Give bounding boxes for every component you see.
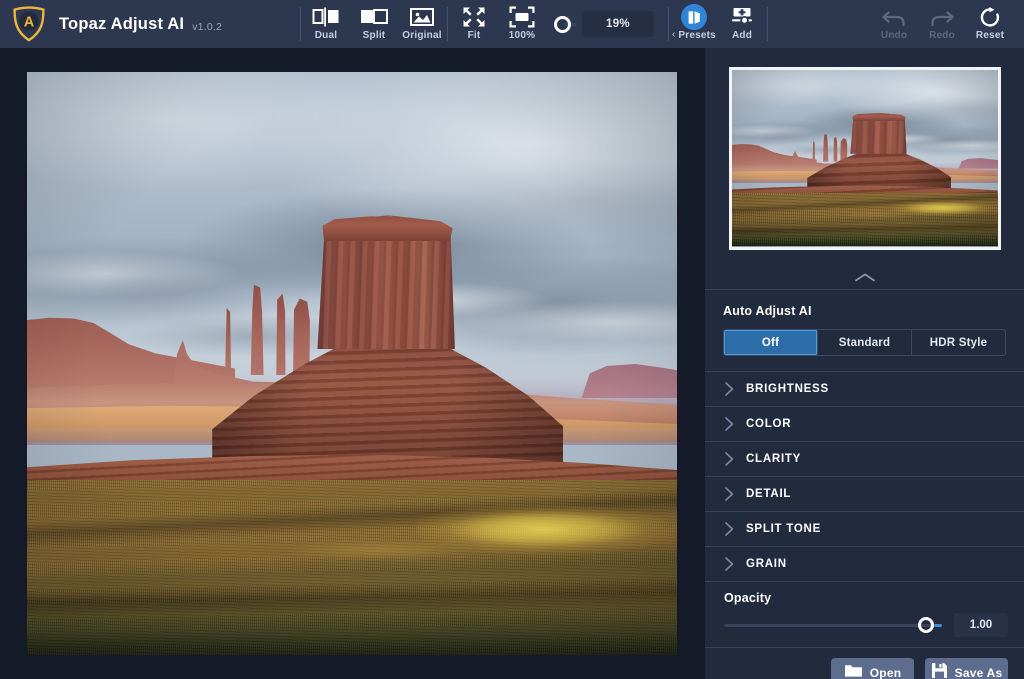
topaz-shield-a-logo-icon: A [12,6,46,42]
dual-view-icon [311,5,341,29]
folder-open-icon [844,663,863,679]
original-image-icon [409,5,435,29]
opacity-label: Opacity [724,591,772,605]
presets-button[interactable]: ‹ Presets [670,0,718,41]
original-image-label: Original [402,30,442,41]
reset-button[interactable]: Reset [966,0,1014,41]
app-brand: A Topaz Adjust AI v1.0.2 [0,0,300,48]
opacity-row: 1.00 [724,613,1008,637]
preview-thumbnail-zone [705,48,1024,268]
opacity-slider[interactable] [724,616,942,634]
presets-group: ‹ Presets Add [668,0,768,48]
chevron-right-icon [724,381,746,397]
auto-adjust-ai-block: Auto Adjust AI Off Standard HDR Style [705,290,1024,372]
zoom-slider[interactable] [554,12,576,36]
save-as-button[interactable]: Save As [925,658,1008,679]
section-label-brightness: BRIGHTNESS [746,383,829,395]
dual-view-label: Dual [314,30,338,41]
zoom-mode-group: Fit 100% [448,0,548,48]
section-label-color: COLOR [746,418,792,430]
split-view-button[interactable]: Split [350,0,398,41]
add-adjustment-label: Add [731,30,753,41]
save-as-button-label: Save As [954,666,1003,679]
sidebar-item-brightness[interactable]: BRIGHTNESS [705,372,1024,407]
monument-valley-preview-thumbnail[interactable] [728,66,1001,250]
chevron-right-icon [724,451,746,467]
presets-chevron-left-icon: ‹ [672,29,676,40]
undo-label: Undo [880,30,908,41]
undo-button[interactable]: Undo [870,0,918,41]
adjustments-panel: Auto Adjust AI Off Standard HDR Style BR… [705,48,1024,679]
auto-adjust-option-standard[interactable]: Standard [818,330,912,355]
image-canvas[interactable] [0,48,705,679]
open-button[interactable]: Open [831,658,914,679]
original-image-button[interactable]: Original [398,0,446,41]
add-adjustment-icon [730,5,754,29]
zoom-value[interactable]: 19% [582,11,654,37]
fit-to-screen-label: Fit [467,30,481,41]
redo-button[interactable]: Redo [918,0,966,41]
section-label-detail: DETAIL [746,488,792,500]
sidebar-item-clarity[interactable]: CLARITY [705,442,1024,477]
opacity-slider-track [724,623,936,627]
section-label-clarity: CLARITY [746,453,802,465]
photo-vignette [27,72,677,655]
svg-text:A: A [24,14,35,30]
panel-action-buttons: Open Save As [705,648,1024,679]
sidebar-item-grain[interactable]: GRAIN [705,547,1024,582]
redo-icon [929,5,955,29]
dual-view-button[interactable]: Dual [302,0,350,41]
section-label-grain: GRAIN [746,558,787,570]
adjustment-sections-list: BRIGHTNESS COLOR CLARITY DETAIL SPLIT TO… [705,372,1024,582]
monument-valley-butte-photo[interactable] [27,72,677,655]
auto-adjust-ai-title: Auto Adjust AI [723,304,812,318]
auto-adjust-option-hdr-style[interactable]: HDR Style [912,330,1005,355]
opacity-value[interactable]: 1.00 [954,613,1008,637]
sidebar-item-detail[interactable]: DETAIL [705,477,1024,512]
top-toolbar: A Topaz Adjust AI v1.0.2 Dual Split Orig… [0,0,1024,48]
opacity-slider-fill [934,623,942,627]
split-view-icon [359,5,389,29]
undo-icon [881,5,907,29]
section-label-split-tone: SPLIT TONE [746,523,822,535]
presets-icon [681,4,707,30]
chevron-up-icon [854,270,876,288]
add-adjustment-button[interactable]: Add [718,0,766,41]
zoom-slider-handle[interactable] [554,15,571,33]
fit-to-screen-button[interactable]: Fit [450,0,498,41]
zoom-100-percent-icon [509,5,535,29]
fit-to-screen-icon [462,5,486,29]
chevron-right-icon [724,521,746,537]
zoom-100-percent-label: 100% [508,30,536,41]
reset-label: Reset [975,30,1005,41]
history-group: Undo Redo Reset [868,0,1024,48]
zoom-slider-group: 19% [548,0,668,48]
view-mode-group: Dual Split Original [300,0,448,48]
open-button-label: Open [869,666,902,679]
presets-label: Presets [678,30,716,41]
opacity-slider-handle[interactable] [918,617,934,633]
opacity-block: Opacity 1.00 [705,582,1024,648]
sidebar-item-color[interactable]: COLOR [705,407,1024,442]
chevron-right-icon [724,416,746,432]
chevron-right-icon [724,486,746,502]
app-title: Topaz Adjust AI [59,14,185,33]
auto-adjust-ai-segmented-control: Off Standard HDR Style [723,329,1006,356]
panel-collapse-toggle[interactable] [705,268,1024,290]
sidebar-item-split-tone[interactable]: SPLIT TONE [705,512,1024,547]
auto-adjust-option-off[interactable]: Off [724,330,818,355]
app-window: A Topaz Adjust AI v1.0.2 Dual Split Orig… [0,0,1024,679]
zoom-100-percent-button[interactable]: 100% [498,0,546,41]
chevron-right-icon [724,556,746,572]
floppy-disk-save-icon [931,662,948,679]
reset-icon [978,5,1002,29]
thumb-vignette [731,69,998,247]
redo-label: Redo [929,30,955,41]
split-view-label: Split [362,30,386,41]
app-version: v1.0.2 [192,20,223,33]
